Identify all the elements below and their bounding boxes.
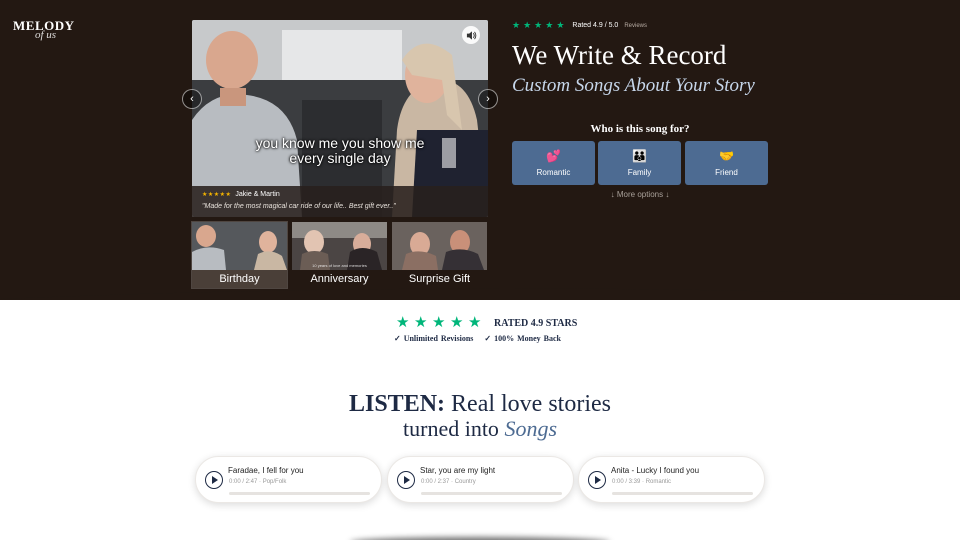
hero-subheadline: Custom Songs About Your Story [512, 74, 755, 96]
progress-bar[interactable] [421, 492, 562, 495]
song-for-question: Who is this song for? [590, 123, 690, 135]
rating-text: Rated 4.9 / 5.0 [572, 22, 619, 29]
trust-benefits: ✓ Unlimited Revisions ✓ 100% Money Back [394, 334, 569, 343]
progress-bar[interactable] [229, 492, 370, 495]
play-button[interactable] [397, 471, 415, 489]
song-title: Anita - Lucky I found you [611, 466, 700, 475]
family-icon: 👪 [632, 149, 647, 163]
video-caption: you know me you show me every single day [192, 136, 488, 166]
song-meta: 0:00 / 2:37 · Country [421, 479, 476, 485]
option-label: Family [627, 168, 652, 177]
benefit-money-back: ✓ 100% Money Back [484, 334, 561, 343]
listen-subheading: turned into Songs [0, 418, 960, 440]
option-label: Friend [715, 168, 738, 177]
play-icon [595, 476, 601, 484]
sound-toggle-button[interactable] [462, 26, 480, 44]
reviews-link[interactable]: Reviews [624, 23, 647, 29]
thumbnail-surprise-gift[interactable]: Surprise Gift [392, 222, 487, 288]
listen-heading-bold: LISTEN: [348, 391, 446, 417]
hero-headline: We Write & Record [512, 40, 727, 70]
song-title: Faradae, I fell for you [228, 466, 304, 475]
star-icon: ★ [468, 314, 482, 331]
thumbnail-birthday[interactable]: Birthday [191, 221, 288, 289]
thumbnail-label: Anniversary [310, 273, 369, 285]
song-player: Faradae, I fell for you 0:00 / 2:47 · Po… [195, 456, 382, 503]
testimonial-video[interactable]: you know me you show me every single day… [192, 20, 488, 217]
caption-line2: every single day [289, 150, 391, 166]
star-icon: ★ [523, 20, 532, 30]
caption-line1: you know me you show me [255, 135, 425, 151]
song-time: 0:00 / 2:47 [229, 479, 258, 485]
star-icon: ★ [512, 20, 521, 30]
trust-rating: ★ ★ ★ ★ ★ RATED 4.9 STARS [396, 314, 578, 331]
song-title: Star, you are my light [420, 466, 496, 475]
song-time: 0:00 / 3:39 [612, 479, 641, 485]
star-icon: ★ [545, 20, 554, 30]
play-icon [404, 476, 410, 484]
benefit-revisions: ✓ Unlimited Revisions [394, 334, 474, 343]
chevron-right-icon: › [486, 93, 490, 105]
thumbnail-image [392, 222, 487, 270]
song-genre: Romantic [645, 479, 672, 485]
option-romantic-button[interactable]: 💕 Romantic [512, 141, 595, 185]
review-name-row: ★★★★★ Jakie & Martin [202, 191, 478, 198]
speaker-icon [466, 30, 476, 40]
option-family-button[interactable]: 👪 Family [598, 141, 681, 185]
song-genre: Country [454, 479, 476, 485]
song-meta: 0:00 / 2:47 · Pop/Folk [229, 479, 287, 485]
more-options-link[interactable]: ↓ More options ↓ [512, 190, 768, 199]
song-time: 0:00 / 2:37 [421, 479, 450, 485]
thumbnail-image [192, 222, 287, 270]
progress-bar[interactable] [612, 492, 753, 495]
thumbnail-label: Birthday [192, 270, 287, 288]
brand-line2: of us [35, 29, 57, 41]
hearts-icon: 💕 [546, 149, 561, 163]
video-review-strip: ★★★★★ Jakie & Martin "Made for the most … [192, 186, 488, 217]
play-button[interactable] [205, 471, 223, 489]
option-label: Romantic [536, 168, 571, 177]
star-icon: ★ [534, 20, 543, 30]
carousel-prev-button[interactable]: ‹ [182, 89, 202, 109]
listen-line2-italic: Songs [504, 416, 557, 441]
listen-line2-plain: turned into [403, 416, 505, 441]
hero-rating-row: ★ ★ ★ ★ ★ Rated 4.9 / 5.0 Reviews [512, 20, 812, 31]
thumbnail-anniversary[interactable]: 10 years of love and memories Anniversar… [292, 222, 387, 288]
listen-heading: LISTEN: Real love stories [0, 392, 960, 416]
listen-heading-rest: Real love stories [445, 391, 611, 417]
song-player: Anita - Lucky I found you 0:00 / 3:39 · … [578, 456, 765, 503]
thumbnail-overlay-text: 10 years of love and memories [312, 263, 367, 268]
trust-rated-text: RATED 4.9 STARS [494, 317, 578, 329]
play-icon [212, 476, 218, 484]
play-button[interactable] [588, 471, 606, 489]
video-thumbnail-row: Birthday 10 years of love and memories A… [191, 221, 488, 289]
landing-page: MELODY of us you know me you show me eve… [0, 0, 960, 540]
carousel-next-button[interactable]: › [478, 89, 498, 109]
handshake-icon: 🤝 [719, 149, 734, 163]
review-quote: "Made for the most magical car ride of o… [202, 203, 396, 210]
song-meta: 0:00 / 3:39 · Romantic [612, 479, 672, 485]
review-stars: ★★★★★ [202, 192, 232, 198]
review-name: Jakie & Martin [235, 191, 280, 198]
star-icon: ★ [432, 314, 446, 331]
chevron-left-icon: ‹ [190, 93, 194, 105]
song-player: Star, you are my light 0:00 / 2:37 · Cou… [387, 456, 574, 503]
star-icon: ★ [414, 314, 428, 331]
hero-copy: ★ ★ ★ ★ ★ Rated 4.9 / 5.0 Reviews We Wri… [512, 20, 812, 97]
hero-wave-divider [0, 285, 960, 299]
brand-logo[interactable]: MELODY of us [13, 19, 75, 41]
song-genre: Pop/Folk [262, 479, 287, 485]
thumbnail-label: Surprise Gift [408, 273, 471, 285]
star-icon: ★ [450, 314, 464, 331]
option-friend-button[interactable]: 🤝 Friend [685, 141, 768, 185]
star-icon: ★ [556, 20, 565, 30]
star-icon: ★ [396, 314, 410, 331]
